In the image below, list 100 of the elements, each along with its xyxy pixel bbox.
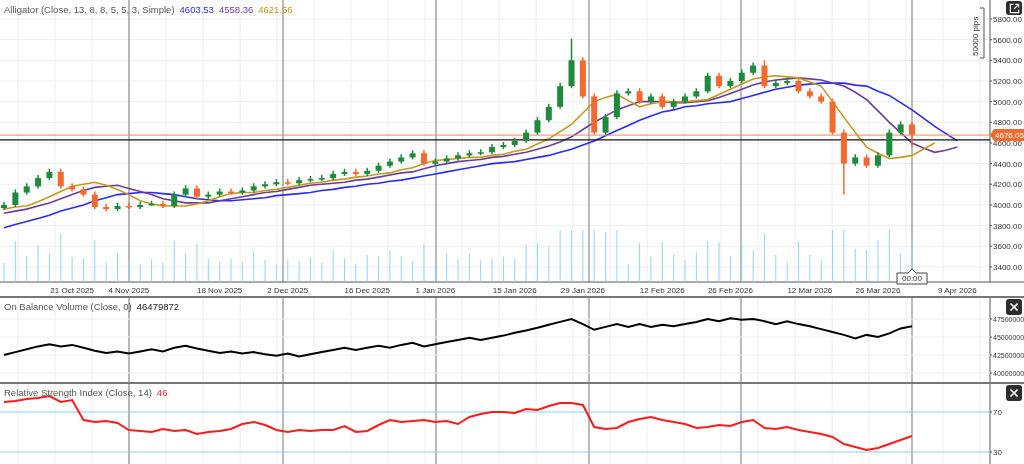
candlestick — [602, 113, 609, 136]
candlestick — [682, 92, 688, 105]
candlestick — [228, 187, 234, 196]
candlestick — [318, 174, 325, 182]
candlestick — [489, 143, 496, 156]
price-tag: 4676.05 — [990, 129, 1024, 142]
candlestick — [636, 87, 643, 105]
close-icon[interactable] — [1006, 385, 1022, 401]
candlestick — [545, 102, 552, 124]
candlestick — [897, 120, 904, 136]
candlestick — [216, 187, 223, 198]
candlestick — [364, 167, 371, 177]
candlestick — [795, 77, 802, 95]
candlestick — [352, 168, 359, 177]
candlestick — [69, 182, 76, 193]
candlestick — [420, 149, 427, 167]
axis-label: 3600.00 — [993, 242, 1022, 252]
indicator-value: 4558.36 — [218, 4, 254, 15]
candlestick — [432, 157, 439, 167]
candlestick — [874, 151, 881, 169]
candlestick — [80, 185, 87, 198]
candlestick — [35, 174, 42, 190]
axis-label: 2 Dec 2025 — [267, 286, 309, 295]
candlestick — [750, 61, 757, 76]
candlestick — [307, 175, 314, 183]
candlestick — [103, 203, 110, 212]
axis-label: 5400.00 — [993, 56, 1022, 66]
candlestick — [557, 82, 564, 110]
candlestick — [909, 121, 915, 148]
candlestick — [625, 87, 632, 97]
candlestick — [466, 149, 473, 159]
axis-label: 4800.00 — [993, 118, 1022, 128]
popout-icon[interactable] — [1006, 1, 1022, 15]
candlestick — [125, 202, 132, 210]
close-icon[interactable] — [1006, 299, 1022, 315]
candlestick — [91, 190, 98, 210]
candlestick — [443, 154, 450, 165]
axis-label: 3800.00 — [993, 221, 1022, 231]
axis-label: 12 Mar 2026 — [787, 286, 833, 295]
axis-label: 3400.00 — [993, 262, 1022, 272]
indicator-label: Relative Strength Index (Close, 14) — [4, 387, 152, 398]
axis-label: 4000.00 — [993, 200, 1022, 210]
axis-label: 4200.00 — [993, 180, 1022, 190]
axis-label: 26 Mar 2026 — [855, 286, 901, 295]
time-label: 00:00 — [896, 268, 928, 285]
candlestick — [148, 200, 155, 207]
candlestick — [840, 128, 847, 196]
indicator-value: 46 — [156, 387, 168, 398]
candlestick — [613, 89, 620, 120]
candlestick — [182, 184, 189, 198]
indicator-label: Alligator (Close, 13, 8, 8, 5, 5, 3, Simple) — [4, 4, 175, 15]
candlestick — [568, 37, 575, 89]
candlestick — [659, 92, 666, 110]
candlestick — [12, 188, 19, 208]
axis-label: 5600.00 — [993, 35, 1022, 45]
axis-label: 9 Apr 2026 — [938, 286, 977, 295]
candlestick — [727, 77, 734, 89]
candlestick — [523, 128, 530, 144]
axis-label: 29 Jan 2026 — [560, 286, 605, 295]
candlestick — [375, 161, 382, 174]
candlestick — [386, 157, 393, 169]
axis-label: 4 Nov 2025 — [108, 286, 150, 295]
candlestick — [534, 116, 541, 136]
candlestick — [818, 92, 825, 105]
candlestick — [330, 170, 337, 181]
candlestick — [500, 141, 507, 150]
axis-label: 21 Oct 2025 — [50, 286, 94, 295]
candlestick — [137, 201, 144, 210]
indicator-value: 4621.56 — [258, 4, 293, 15]
axis-label: 16 Dec 2025 — [344, 286, 390, 295]
candlestick — [806, 87, 813, 100]
candlestick — [761, 59, 768, 89]
axis-label: 5000.00 — [993, 97, 1022, 107]
candlestick — [704, 71, 711, 95]
axis-label: 30 — [993, 448, 1002, 457]
scale-label: 50000 pips — [971, 16, 980, 56]
candlestick — [409, 149, 416, 161]
candlestick — [886, 128, 893, 159]
candlestick — [398, 153, 405, 165]
candlestick — [716, 71, 723, 89]
axis-label: 15 Jan 2026 — [492, 286, 537, 295]
candlestick — [57, 168, 64, 190]
candlestick — [579, 56, 586, 100]
indicator-value: 46479872 — [136, 301, 180, 312]
indicator-label: On Balance Volume (Close, 0) — [4, 301, 132, 312]
axis-label: 18 Nov 2025 — [196, 286, 243, 295]
candlestick — [670, 97, 677, 110]
candlestick — [159, 200, 166, 209]
candlestick — [284, 178, 291, 187]
scale-bar — [979, 7, 985, 59]
candlestick — [250, 182, 257, 194]
candlestick — [205, 190, 212, 200]
candlestick — [511, 137, 518, 148]
candlestick — [477, 148, 484, 157]
indicator-value: 4603.53 — [179, 4, 214, 15]
candlestick — [863, 153, 870, 169]
candlestick — [829, 97, 836, 136]
candlestick — [738, 68, 745, 84]
axis-label: 26 Feb 2026 — [707, 286, 753, 295]
candlestick — [693, 87, 700, 100]
